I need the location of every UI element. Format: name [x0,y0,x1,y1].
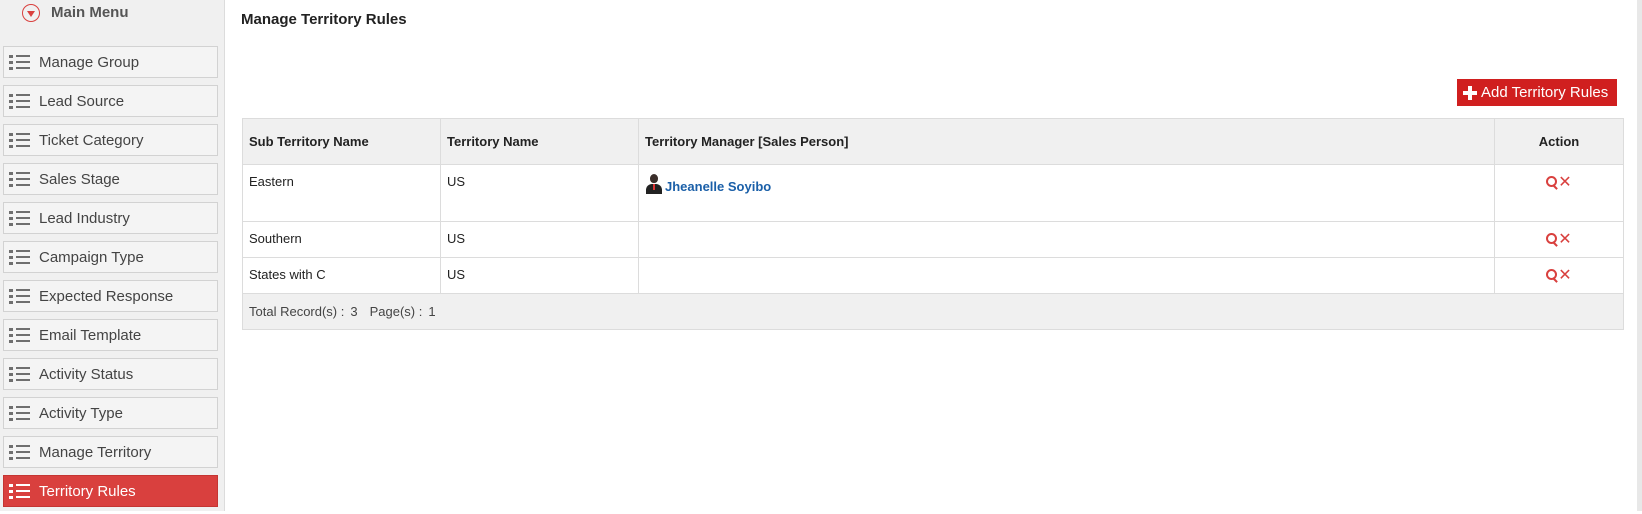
close-icon[interactable]: ✕ [1558,231,1571,247]
sidebar-item-label: Expected Response [39,287,174,305]
sidebar-item-label: Sales Stage [39,170,120,188]
manager-cell: Jheanelle Soyibo [638,164,1495,222]
footer-cell: Total Record(s) : 3 Page(s) : 1 [242,293,1624,330]
vertical-scrollbar[interactable] [1637,0,1642,511]
chevron-down-circle-icon[interactable] [22,4,40,22]
pages-value: 1 [428,304,436,319]
sidebar-item-label: Lead Source [39,92,125,110]
table-row: Eastern US Jheanelle Soyibo ✕ [242,164,1624,222]
list-icon [9,327,31,343]
action-cell: ✕ [1494,257,1624,294]
table-header-row: Sub Territory Name Territory Name Territ… [242,118,1624,165]
sidebar-item-label: Ticket Category [39,131,144,149]
sidebar-item-manage-territory[interactable]: Manage Territory [3,436,218,468]
sidebar-item-email-template[interactable]: Email Template [3,319,218,351]
sidebar-item-sales-stage[interactable]: Sales Stage [3,163,218,195]
list-icon [9,54,31,70]
list-icon [9,444,31,460]
add-territory-rules-button[interactable]: Add Territory Rules [1457,79,1617,106]
table-row: Southern US ✕ [242,221,1624,258]
sidebar-item-territory-rules[interactable]: Territory Rules [3,475,218,507]
sidebar-item-activity-type[interactable]: Activity Type [3,397,218,429]
sidebar-item-label: Manage Group [39,53,140,71]
list-icon [9,405,31,421]
territory-cell: US [440,221,639,258]
list-icon [9,288,31,304]
sidebar-item-lead-industry[interactable]: Lead Industry [3,202,218,234]
list-icon [9,483,31,499]
sidebar-item-label: Activity Type [39,404,123,422]
manager-link[interactable]: Jheanelle Soyibo [665,179,771,194]
list-icon [9,249,31,265]
col-action: Action [1494,118,1624,165]
territory-cell: US [440,257,639,294]
person-icon [645,174,663,194]
magnifier-icon[interactable] [1546,268,1560,283]
close-icon[interactable]: ✕ [1558,174,1571,190]
sidebar-item-label: Lead Industry [39,209,130,227]
manager-cell [638,257,1495,294]
list-icon [9,210,31,226]
pages-label: Page(s) : [369,304,423,319]
manager-cell [638,221,1495,258]
sidebar-item-campaign-type[interactable]: Campaign Type [3,241,218,273]
sidebar-item-manage-group[interactable]: Manage Group [3,46,218,78]
sidebar-item-label: Territory Rules [39,482,136,500]
table-footer: Total Record(s) : 3 Page(s) : 1 [242,293,1624,330]
sub-territory-cell: Southern [242,221,441,258]
main-menu-title: Main Menu [51,4,129,21]
territory-cell: US [440,164,639,222]
sub-territory-cell: Eastern [242,164,441,222]
page-title: Manage Territory Rules [241,11,407,28]
add-territory-rules-label: Add Territory Rules [1481,84,1609,101]
plus-icon [1463,85,1477,100]
col-territory-name[interactable]: Territory Name [440,118,639,165]
sidebar-item-label: Campaign Type [39,248,144,266]
action-cell: ✕ [1494,221,1624,258]
col-sub-territory-name[interactable]: Sub Territory Name [242,118,441,165]
magnifier-icon[interactable] [1546,232,1560,247]
action-cell: ✕ [1494,164,1624,222]
sidebar-item-expected-response[interactable]: Expected Response [3,280,218,312]
total-records-value: 3 [350,304,358,319]
magnifier-icon[interactable] [1546,175,1560,190]
sidebar-item-ticket-category[interactable]: Ticket Category [3,124,218,156]
main-menu-header[interactable]: Main Menu [0,0,225,28]
list-icon [9,93,31,109]
main-content: Manage Territory Rules Add Territory Rul… [226,0,1642,511]
sidebar-item-label: Activity Status [39,365,134,383]
total-records-label: Total Record(s) : [249,304,345,319]
close-icon[interactable]: ✕ [1558,267,1571,283]
territory-rules-table: Sub Territory Name Territory Name Territ… [242,118,1624,330]
col-territory-manager[interactable]: Territory Manager [Sales Person] [638,118,1495,165]
sidebar-menu: Manage Group Lead Source Ticket Category… [3,46,218,514]
sidebar-item-activity-status[interactable]: Activity Status [3,358,218,390]
sidebar-item-lead-source[interactable]: Lead Source [3,85,218,117]
sidebar-item-label: Manage Territory [39,443,152,461]
list-icon [9,366,31,382]
sub-territory-cell: States with C [242,257,441,294]
list-icon [9,171,31,187]
sidebar: Main Menu Manage Group Lead Source Ticke… [0,0,225,511]
table-row: States with C US ✕ [242,257,1624,294]
list-icon [9,132,31,148]
sidebar-item-label: Email Template [39,326,142,344]
